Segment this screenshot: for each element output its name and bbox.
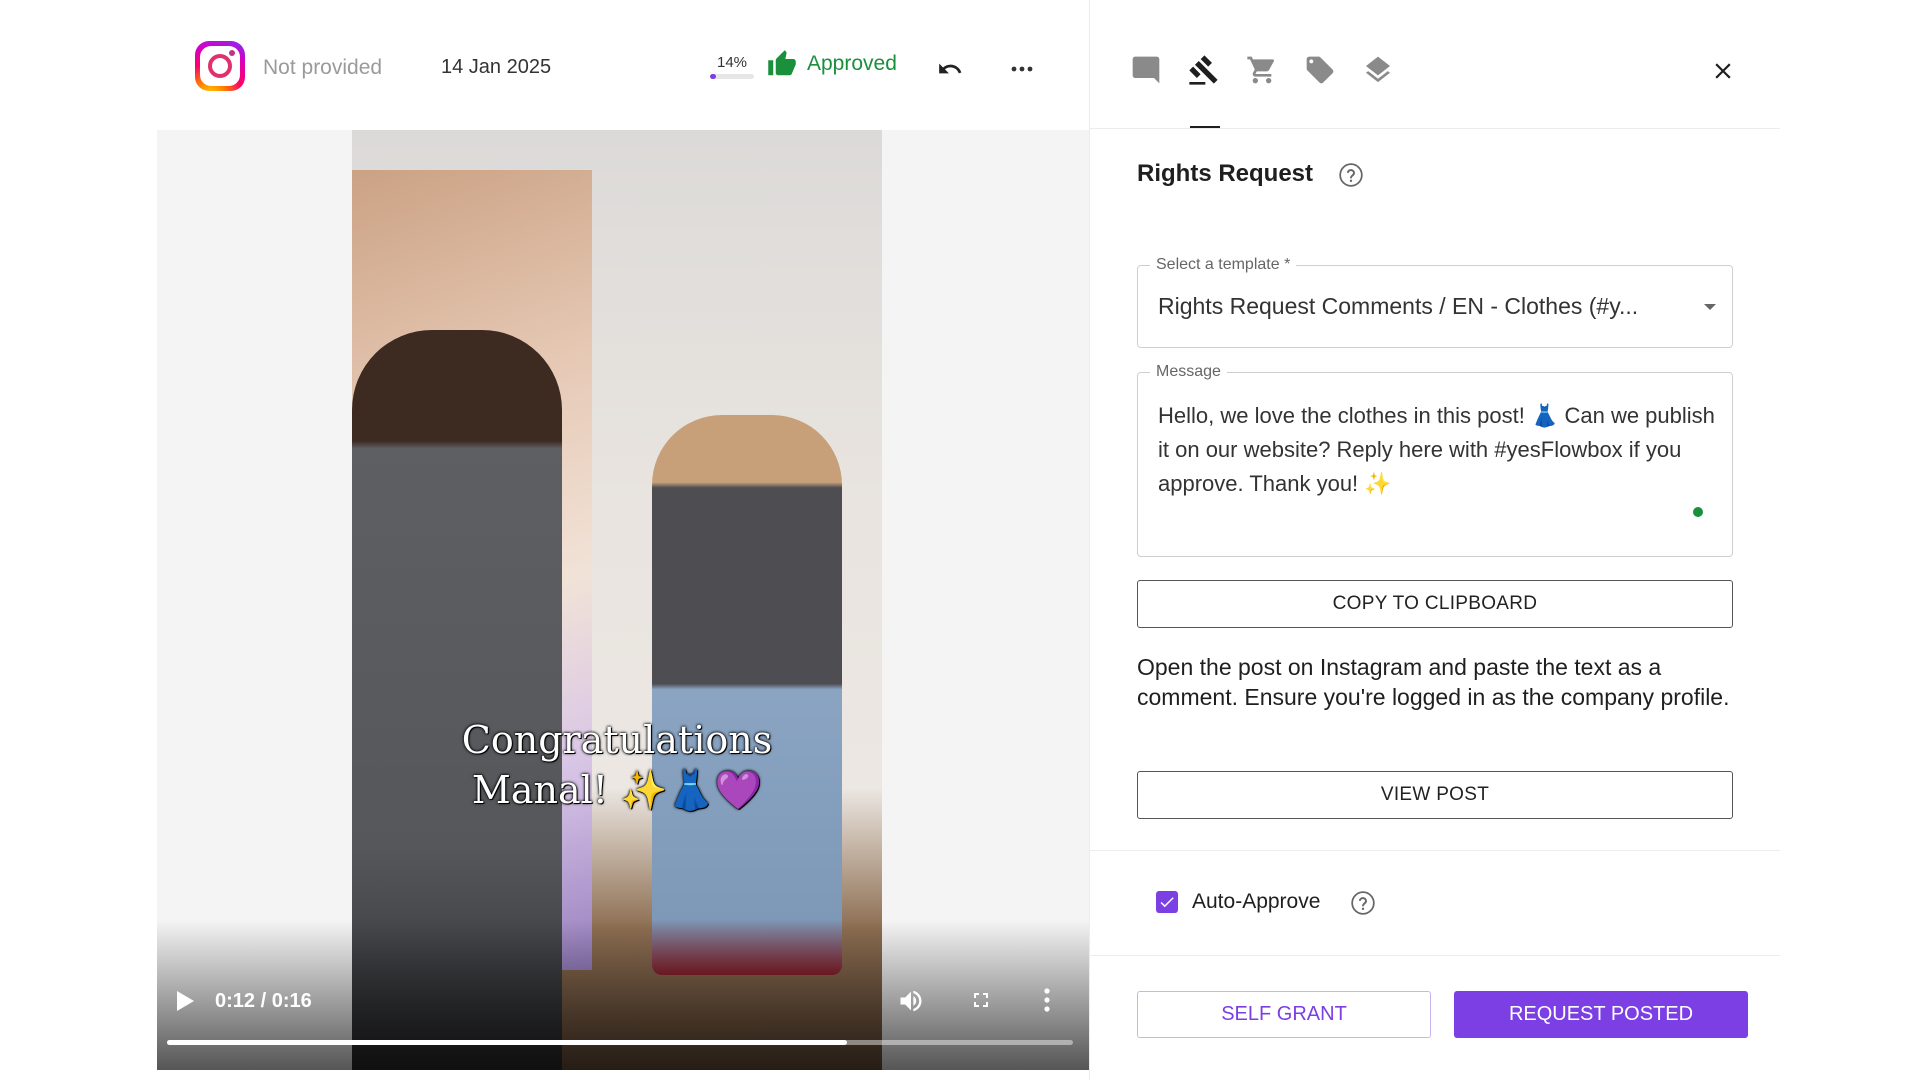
more-options-icon[interactable] — [1007, 54, 1037, 84]
volume-icon[interactable] — [897, 987, 925, 1015]
panel-tabs — [1090, 36, 1780, 129]
auto-approve-checkbox[interactable] — [1156, 891, 1178, 913]
video-player[interactable]: Congratulations Manal! ✨👗💜 0:12 / 0:16 — [157, 130, 1089, 1070]
view-post-button[interactable]: VIEW POST — [1137, 771, 1733, 819]
video-caption-line2: Manal! ✨👗💜 — [471, 768, 763, 812]
section-divider — [1090, 850, 1780, 851]
post-date: 14 Jan 2025 — [441, 56, 552, 78]
video-progress-bar[interactable] — [167, 1040, 1073, 1045]
help-icon[interactable] — [1338, 162, 1364, 188]
video-progress-fill — [167, 1040, 847, 1045]
grammar-status-dot — [1693, 507, 1703, 517]
template-select-value: Rights Request Comments / EN - Clothes (… — [1158, 293, 1639, 319]
checkmark-icon — [1160, 897, 1174, 908]
tab-tag-icon[interactable] — [1304, 54, 1336, 86]
tab-cart-icon[interactable] — [1246, 54, 1278, 86]
rights-panel: Rights Request Select a template * Right… — [1090, 0, 1780, 1080]
auto-approve-help-icon[interactable] — [1350, 890, 1376, 916]
request-posted-button[interactable]: REQUEST POSTED — [1454, 991, 1748, 1038]
copy-to-clipboard-button[interactable]: COPY TO CLIPBOARD — [1137, 580, 1733, 628]
section-title: Rights Request — [1137, 160, 1314, 187]
message-field[interactable]: Message Hello, we love the clothes in th… — [1137, 363, 1733, 557]
post-preview-pane: Not provided 14 Jan 2025 14% Approved Co… — [157, 0, 1089, 1080]
approved-label: Approved — [807, 52, 897, 75]
close-icon[interactable] — [1710, 58, 1736, 84]
score-label: 14% — [716, 54, 748, 71]
auto-approve-label: Auto-Approve — [1192, 890, 1321, 913]
footer-divider — [1090, 955, 1780, 956]
score-bar-fill — [710, 74, 717, 79]
message-text[interactable]: Hello, we love the clothes in this post!… — [1158, 399, 1718, 501]
undo-icon[interactable] — [937, 56, 963, 82]
tabs-divider — [1090, 128, 1780, 129]
fullscreen-icon[interactable] — [969, 988, 993, 1012]
video-time: 0:12 / 0:16 — [215, 990, 312, 1012]
video-person-posing — [652, 415, 842, 975]
score-bar — [710, 74, 754, 79]
instagram-icon — [195, 41, 245, 91]
video-caption: Congratulations Manal! ✨👗💜 — [352, 715, 882, 815]
tab-layers-icon[interactable] — [1362, 54, 1394, 86]
template-select-label: Select a template * — [1150, 256, 1297, 274]
self-grant-button[interactable]: SELF GRANT — [1137, 991, 1431, 1038]
play-icon[interactable] — [175, 990, 195, 1012]
thumbs-up-icon — [768, 50, 796, 76]
instructions-text: Open the post on Instagram and paste the… — [1137, 654, 1730, 710]
score-indicator: 14% — [710, 54, 754, 79]
template-select[interactable]: Select a template * Rights Request Comme… — [1137, 256, 1733, 348]
video-caption-line1: Congratulations — [461, 718, 773, 762]
tab-gavel-icon[interactable] — [1188, 54, 1220, 86]
tab-comments-icon[interactable] — [1130, 54, 1162, 86]
video-more-icon[interactable] — [1042, 986, 1052, 1014]
approved-status[interactable]: Approved — [767, 49, 897, 79]
post-header: Not provided 14 Jan 2025 14% Approved — [157, 36, 1089, 104]
message-field-label: Message — [1150, 363, 1227, 381]
dropdown-caret-icon — [1704, 304, 1716, 310]
author-name: Not provided — [263, 56, 383, 79]
